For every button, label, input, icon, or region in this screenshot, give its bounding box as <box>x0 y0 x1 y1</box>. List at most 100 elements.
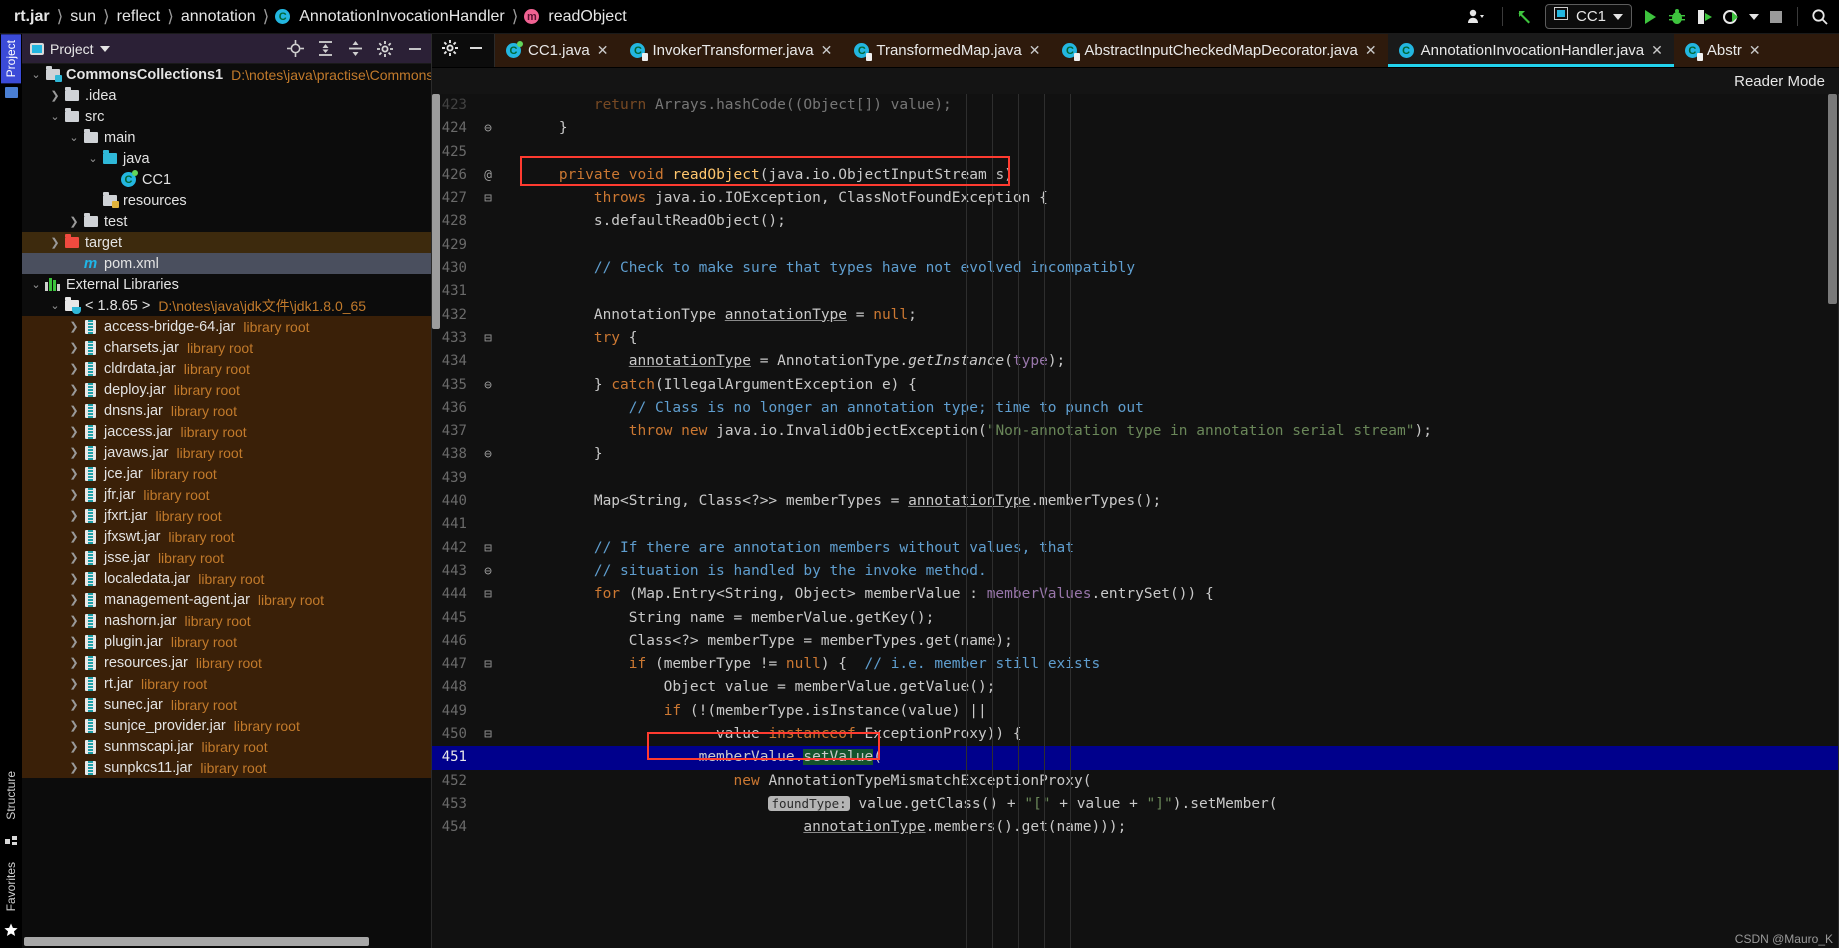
tree-item-javaws-jar[interactable]: ❯ javaws.jar library root <box>22 442 431 463</box>
code-line-448[interactable]: 448 Object value = memberValue.getValue(… <box>432 676 1839 699</box>
chevron-right-icon[interactable]: ❯ <box>47 89 63 102</box>
chevron-right-icon[interactable]: ❯ <box>66 509 82 522</box>
gutter-marker[interactable]: ⊖ <box>476 560 500 583</box>
code-line-444[interactable]: 444 ⊟ for (Map.Entry<String, Object> memb… <box>432 583 1839 606</box>
search-icon[interactable] <box>1811 4 1829 30</box>
tree-item-management-agent-jar[interactable]: ❯ management-agent.jar library root <box>22 589 431 610</box>
code-line-430[interactable]: 430 // Check to make sure that types hav… <box>432 257 1839 280</box>
tree-item-test[interactable]: ❯ test <box>22 211 431 232</box>
chevron-down-icon[interactable]: ⌄ <box>47 299 63 312</box>
code-lines[interactable]: 423 return Arrays.hashCode((Object[]) va… <box>432 94 1839 948</box>
tree-item-localedata-jar[interactable]: ❯ localedata.jar library root <box>22 568 431 589</box>
expand-all-icon[interactable] <box>313 37 337 61</box>
chevron-down-icon[interactable] <box>1749 13 1759 20</box>
code-line-450[interactable]: 450 ⊟ value instanceof ExceptionProxy)) { <box>432 723 1839 746</box>
code-line-429[interactable]: 429 <box>432 234 1839 257</box>
tree-item-jfxrt-jar[interactable]: ❯ jfxrt.jar library root <box>22 505 431 526</box>
profiler-icon[interactable] <box>1722 4 1740 30</box>
tree-item-rt-jar[interactable]: ❯ rt.jar library root <box>22 673 431 694</box>
run-configuration-selector[interactable]: CC1 <box>1544 4 1632 29</box>
chevron-right-icon[interactable]: ❯ <box>66 551 82 564</box>
breadcrumb-item-rt-jar[interactable]: rt.jar <box>10 8 54 26</box>
breadcrumb-item-annotation[interactable]: annotation <box>177 8 260 26</box>
project-tree[interactable]: ⌄ CommonsCollections1 D:\notes\java\practi… <box>22 64 431 948</box>
breadcrumb-item-class[interactable]: AnnotationInvocationHandler <box>295 8 508 26</box>
hide-icon[interactable] <box>468 40 484 61</box>
chevron-right-icon[interactable]: ❯ <box>66 383 82 396</box>
tree-item-java[interactable]: ⌄ java <box>22 148 431 169</box>
chevron-right-icon[interactable]: ❯ <box>66 656 82 669</box>
tree-item-sunpkcs11-jar[interactable]: ❯ sunpkcs11.jar library root <box>22 757 431 778</box>
chevron-right-icon[interactable]: ❯ <box>66 593 82 606</box>
tree-item-main[interactable]: ⌄ main <box>22 127 431 148</box>
close-icon[interactable]: ✕ <box>597 42 609 59</box>
code-line-434[interactable]: 434 annotationType = AnnotationType.getI… <box>432 350 1839 373</box>
tree-item-deploy-jar[interactable]: ❯ deploy.jar library root <box>22 379 431 400</box>
folder-strip-icon[interactable] <box>4 87 18 99</box>
tree-item-jsse-jar[interactable]: ❯ jsse.jar library root <box>22 547 431 568</box>
code-line-435[interactable]: 435 ⊖ } catch(IllegalArgumentException e)… <box>432 374 1839 397</box>
code-line-439[interactable]: 439 <box>432 467 1839 490</box>
close-icon[interactable]: ✕ <box>1651 42 1663 59</box>
code-line-423[interactable]: 423 return Arrays.hashCode((Object[]) va… <box>432 94 1839 117</box>
code-line-436[interactable]: 436 // Class is no longer an annotation … <box>432 397 1839 420</box>
code-line-431[interactable]: 431 <box>432 280 1839 303</box>
gutter-marker[interactable]: ⊟ <box>476 583 500 606</box>
tool-window-tab-structure[interactable]: Structure <box>1 765 21 826</box>
chevron-right-icon[interactable]: ❯ <box>66 572 82 585</box>
chevron-down-icon[interactable]: ⌄ <box>47 110 63 123</box>
chevron-down-icon[interactable]: ⌄ <box>66 131 82 144</box>
tree-item-jfr-jar[interactable]: ❯ jfr.jar library root <box>22 484 431 505</box>
breadcrumb-item-method[interactable]: readObject <box>544 8 630 26</box>
chevron-right-icon[interactable]: ❯ <box>66 446 82 459</box>
gutter-marker[interactable]: ⊟ <box>476 327 500 350</box>
code-line-433[interactable]: 433 ⊟ try { <box>432 327 1839 350</box>
code-line-452[interactable]: 452 new AnnotationTypeMismatchExceptionP… <box>432 770 1839 793</box>
chevron-right-icon[interactable]: ❯ <box>66 215 82 228</box>
chevron-right-icon[interactable]: ❯ <box>66 404 82 417</box>
chevron-right-icon[interactable]: · <box>104 174 120 186</box>
star-icon[interactable] <box>4 923 18 942</box>
tree-item-target[interactable]: ❯ target <box>22 232 431 253</box>
code-line-427[interactable]: 427 ⊟ throws java.io.IOException, ClassNo… <box>432 187 1839 210</box>
stop-icon[interactable] <box>1768 4 1784 30</box>
tree-item-cldrdata-jar[interactable]: ❯ cldrdata.jar library root <box>22 358 431 379</box>
close-icon[interactable]: ✕ <box>1029 42 1041 59</box>
tool-window-tab-favorites[interactable]: Favorites <box>1 856 21 917</box>
code-line-451[interactable]: 451 memberValue.setValue( <box>432 746 1839 770</box>
chevron-right-icon[interactable]: ❯ <box>47 236 63 249</box>
chevron-right-icon[interactable]: ❯ <box>66 614 82 627</box>
chevron-right-icon[interactable]: ❯ <box>66 635 82 648</box>
code-line-442[interactable]: 442 ⊟ // If there are annotation members … <box>432 537 1839 560</box>
tree-item-src[interactable]: ⌄ src <box>22 106 431 127</box>
gutter-marker[interactable]: ⊟ <box>476 653 500 676</box>
gutter-marker[interactable]: ⊟ <box>476 537 500 560</box>
chevron-right-icon[interactable]: ❯ <box>66 341 82 354</box>
chevron-right-icon[interactable]: ❯ <box>66 467 82 480</box>
gutter-marker[interactable]: @ <box>476 164 500 187</box>
code-line-446[interactable]: 446 Class<?> memberType = memberTypes.ge… <box>432 630 1839 653</box>
editor-tab-invokertransformer-java[interactable]: C InvokerTransformer.java ✕ <box>619 34 843 67</box>
code-line-428[interactable]: 428 s.defaultReadObject(); <box>432 210 1839 233</box>
gutter-marker[interactable]: ⊖ <box>476 374 500 397</box>
user-dropdown-icon[interactable] <box>1467 4 1489 30</box>
chevron-right-icon[interactable]: ❯ <box>66 425 82 438</box>
chevron-right-icon[interactable]: · <box>85 195 101 207</box>
code-line-443[interactable]: 443 ⊖ // situation is handled by the invo… <box>432 560 1839 583</box>
code-line-424[interactable]: 424 ⊖ } <box>432 117 1839 140</box>
code-line-426[interactable]: 426 @ private void readObject(java.io.Obj… <box>432 164 1839 187</box>
tree-item-jaccess-jar[interactable]: ❯ jaccess.jar library root <box>22 421 431 442</box>
chevron-right-icon[interactable]: ❯ <box>66 677 82 690</box>
locate-icon[interactable] <box>283 37 307 61</box>
breadcrumb-item-reflect[interactable]: reflect <box>113 8 165 26</box>
tree-item-sunmscapi-jar[interactable]: ❯ sunmscapi.jar library root <box>22 736 431 757</box>
tree-item-jce-jar[interactable]: ❯ jce.jar library root <box>22 463 431 484</box>
chevron-down-icon[interactable]: ⌄ <box>28 278 44 291</box>
tree-item-jfxswt-jar[interactable]: ❯ jfxswt.jar library root <box>22 526 431 547</box>
chevron-right-icon[interactable]: · <box>66 258 82 270</box>
tree-item--idea[interactable]: ❯ .idea <box>22 85 431 106</box>
tree-item-resources[interactable]: · resources <box>22 190 431 211</box>
gear-icon[interactable] <box>373 37 397 61</box>
code-editor[interactable]: 423 return Arrays.hashCode((Object[]) va… <box>432 94 1839 948</box>
editor-vertical-scrollbar[interactable] <box>1828 94 1837 304</box>
